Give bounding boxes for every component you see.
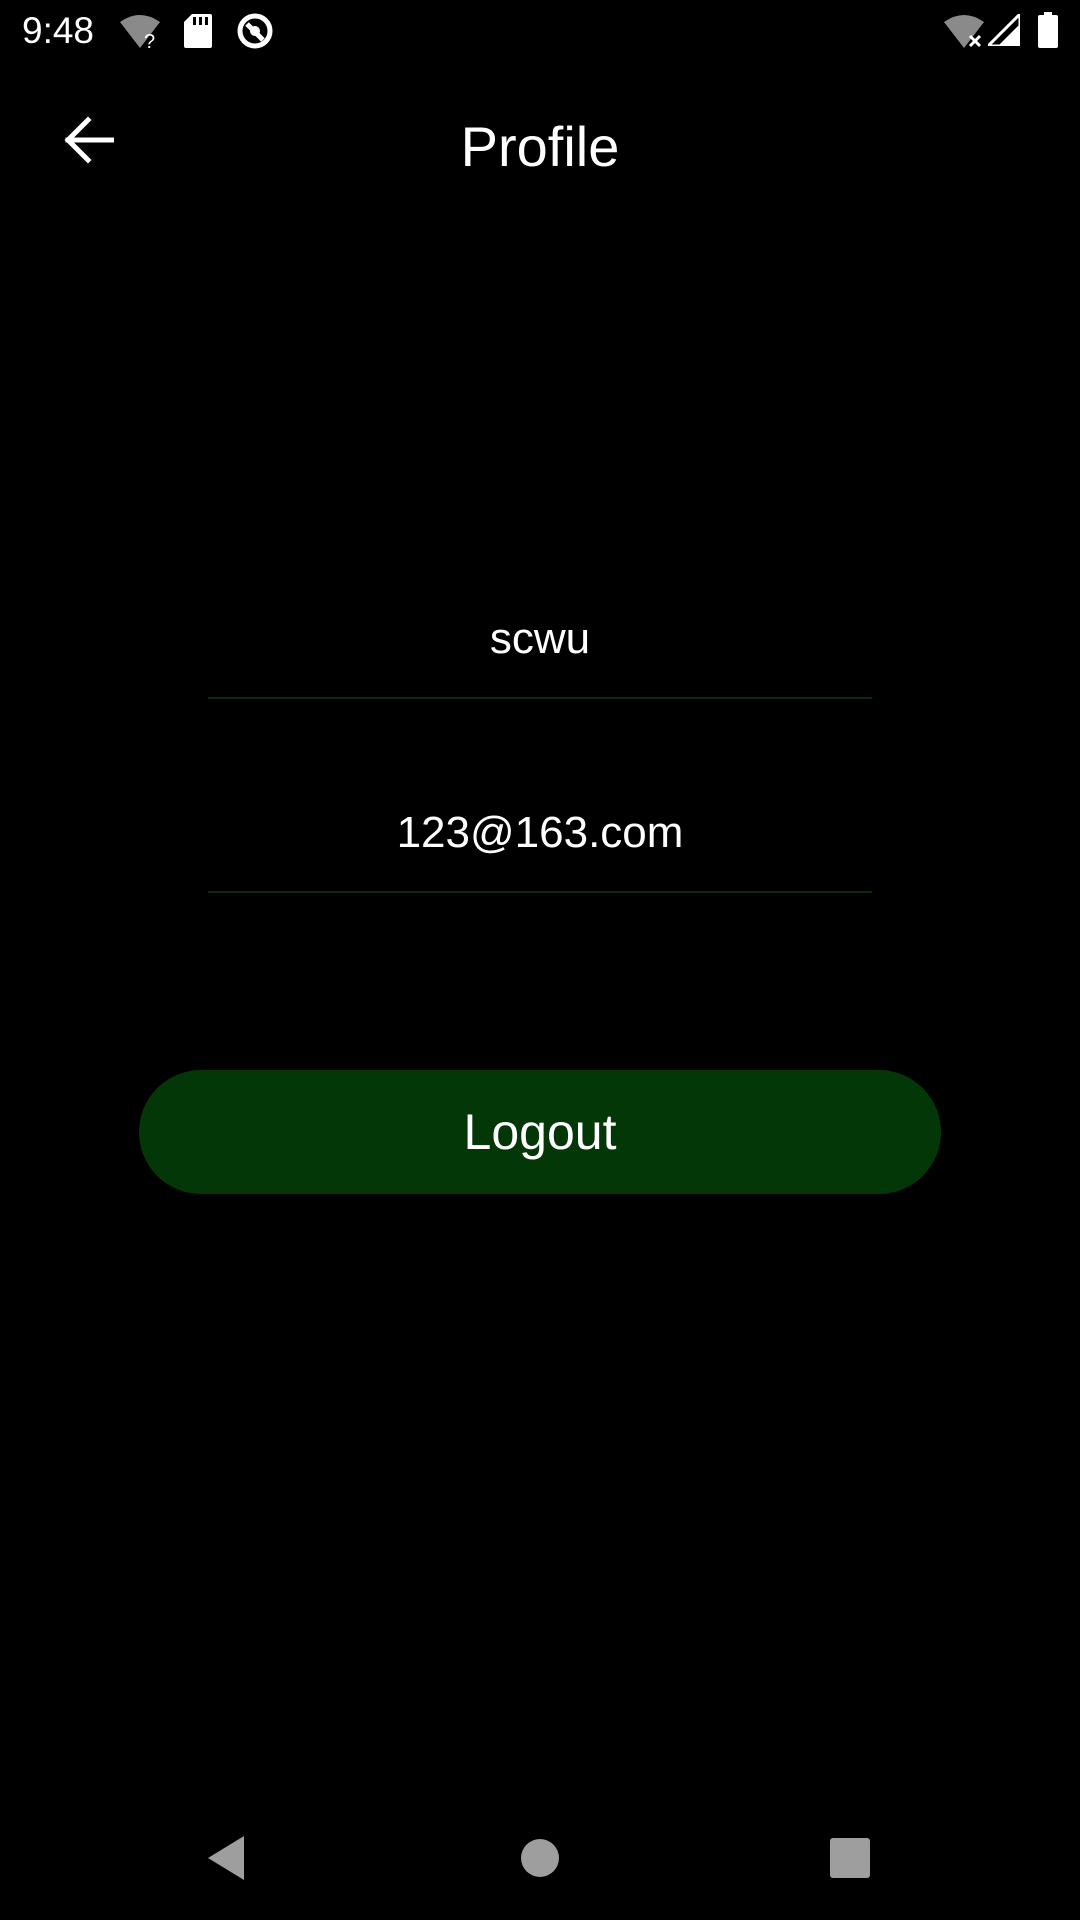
- email-field[interactable]: 123@163.com: [208, 808, 872, 893]
- username-value: scwu: [489, 614, 591, 663]
- wifi-off-icon: [944, 14, 984, 55]
- nav-back-button[interactable]: [186, 1830, 266, 1890]
- signal-icon: [984, 10, 1022, 51]
- username-underline: [208, 697, 872, 699]
- username-field[interactable]: scwu: [208, 614, 872, 699]
- status-bar: 9:48 ?: [0, 0, 1080, 64]
- sync-icon: [236, 12, 274, 55]
- app-bar: Profile: [0, 64, 1080, 224]
- svg-text:?: ?: [144, 31, 155, 50]
- status-time: 9:48: [22, 10, 95, 51]
- sd-card-icon: [184, 14, 212, 53]
- system-nav-bar: [0, 1800, 1080, 1920]
- battery-icon: [1038, 12, 1058, 53]
- nav-home-button[interactable]: [500, 1830, 580, 1890]
- wifi-unknown-icon: ?: [118, 14, 162, 55]
- email-underline: [208, 891, 872, 893]
- nav-recents-button[interactable]: [810, 1830, 890, 1890]
- recents-square-icon: [830, 1837, 870, 1883]
- logout-button[interactable]: Logout: [139, 1070, 941, 1194]
- page-title: Profile: [460, 115, 620, 178]
- back-triangle-icon: [204, 1834, 248, 1887]
- home-circle-icon: [520, 1838, 560, 1883]
- email-value: 123@163.com: [396, 808, 684, 857]
